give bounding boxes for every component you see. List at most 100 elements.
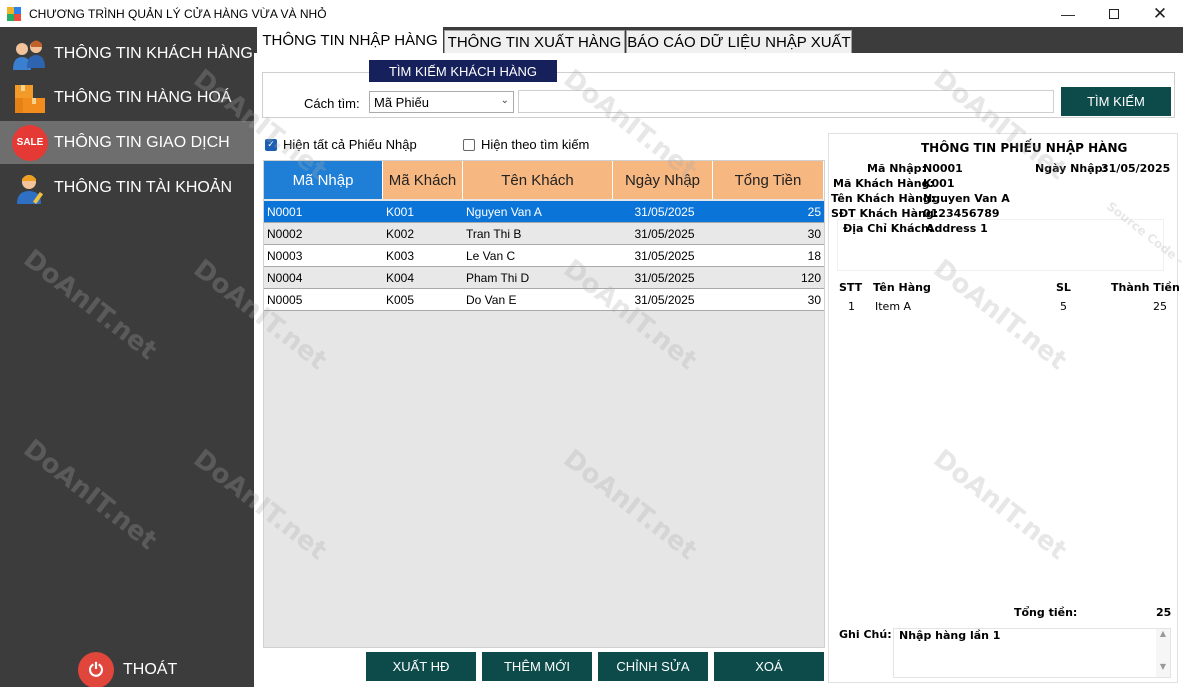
note-value: Nhập hàng lần 1 [899,629,1001,642]
minimize-icon: — [1061,5,1075,22]
table-row[interactable]: N0002 K002 Tran Thi B 31/05/2025 30 [264,223,824,245]
search-input[interactable] [518,90,1054,113]
filter-search-option[interactable]: Hiện theo tìm kiếm [463,137,589,152]
cell-ngay-nhap: 31/05/2025 [634,248,695,263]
cell-ma-nhap: N0002 [267,226,303,241]
maximize-icon [1109,8,1119,19]
title-bar: CHƯƠNG TRÌNH QUẢN LÝ CỬA HÀNG VỪA VÀ NHỎ… [0,0,1183,27]
ngay-nhap-label: Ngày Nhập: [1035,162,1107,175]
cell-ngay-nhap: 31/05/2025 [634,226,695,241]
column-header[interactable]: Mã Nhập [264,161,383,199]
tab-export[interactable]: THÔNG TIN XUẤT HÀNG [444,30,625,53]
app-icon [7,6,21,21]
customers-icon [10,34,50,74]
cell-ma-khach: K003 [386,248,415,263]
power-icon: ⏻ [78,652,114,687]
column-header[interactable]: Tổng Tiền [713,161,824,199]
sidebar: THÔNG TIN KHÁCH HÀNG THÔNG TIN HÀNG HOÁ … [0,27,254,687]
app-window: CHƯƠNG TRÌNH QUẢN LÝ CỬA HÀNG VỪA VÀ NHỎ… [0,0,1183,687]
item-amount: 25 [1153,300,1167,313]
items-col-stt: STT [839,281,863,294]
column-header[interactable]: Ngày Nhập [613,161,713,199]
import-grid[interactable]: Mã Nhập Mã Khách Tên Khách Ngày Nhập Tổn… [263,160,825,648]
checkbox-checked-icon: ✓ [265,138,277,151]
cell-tong-tien: 25 [807,204,821,219]
scroll-up-icon: ▲ [1159,629,1167,638]
filter-all-label: Hiện tất cả Phiếu Nhập [283,137,417,152]
column-header[interactable]: Tên Khách [463,161,613,199]
sidebar-item-transactions[interactable]: SALE THÔNG TIN GIAO DỊCH [0,121,254,164]
note-scrollbar[interactable]: ▲ ▼ [1156,629,1170,677]
item-qty: 5 [1060,300,1067,313]
total-label: Tổng tiền: [1014,606,1078,619]
cell-tong-tien: 30 [807,226,821,241]
item-name: Item A [875,300,912,313]
sidebar-item-account[interactable]: THÔNG TIN TÀI KHOẢN [0,166,254,209]
search-method-value: Mã Phiếu [374,94,429,110]
items-col-sl: SL [1056,281,1071,294]
checkbox-icon [463,138,475,151]
maximize-button[interactable] [1091,0,1137,27]
items-col-ten: Tên Hàng [873,281,931,294]
ma-nhap-label: Mã Nhập: [867,162,926,175]
cell-ten-khach: Nguyen Van A [466,204,542,219]
sale-tag-icon: SALE [10,123,50,163]
cell-ma-khach: K005 [386,292,415,307]
delete-button[interactable]: XOÁ [714,652,824,681]
account-icon [10,168,50,208]
note-label: Ghi Chú: [839,628,892,641]
total-value: 25 [1156,606,1172,619]
cell-ma-khach: K002 [386,226,415,241]
sidebar-item-label: THÔNG TIN KHÁCH HÀNG [54,44,253,62]
item-stt: 1 [848,300,855,313]
receipt-title: THÔNG TIN PHIẾU NHẬP HÀNG [921,141,1128,155]
column-header[interactable]: Mã Khách [383,161,463,199]
cell-tong-tien: 120 [800,270,821,285]
close-button[interactable]: ✕ [1137,0,1183,27]
cell-ngay-nhap: 31/05/2025 [634,292,695,307]
search-button[interactable]: TÌM KIẾM [1061,87,1171,116]
tab-report[interactable]: BÁO CÁO DỮ LIỆU NHẬP XUẤT [626,30,852,53]
filter-all-option[interactable]: ✓ Hiện tất cả Phiếu Nhập [265,137,417,152]
tab-import[interactable]: THÔNG TIN NHẬP HÀNG [257,27,443,53]
sidebar-item-customers[interactable]: THÔNG TIN KHÁCH HÀNG [0,32,254,75]
tab-content-import: TÌM KIẾM KHÁCH HÀNG Cách tìm: Mã Phiếu ⌄… [254,53,1183,687]
ten-khach-label: Tên Khách Hàng: [831,192,936,205]
table-row[interactable]: N0003 K003 Le Van C 31/05/2025 18 [264,245,824,267]
chevron-down-icon: ⌄ [500,95,509,106]
filter-search-label: Hiện theo tìm kiếm [481,137,590,152]
cell-ma-nhap: N0003 [267,248,303,263]
minimize-button[interactable]: — [1045,0,1091,27]
add-new-button[interactable]: THÊM MỚI [482,652,592,681]
ten-khach-value: Nguyen Van A [923,192,1010,205]
edit-button[interactable]: CHỈNH SỬA [598,652,708,681]
note-field[interactable]: Nhập hàng lần 1 ▲ ▼ [893,628,1171,678]
cell-ngay-nhap: 31/05/2025 [634,270,695,285]
search-method-label: Cách tìm: [304,96,360,111]
items-col-thanh-tien: Thành Tiền [1111,281,1180,294]
receipt-panel: THÔNG TIN PHIẾU NHẬP HÀNG Mã Nhập: N0001… [828,133,1180,683]
ma-khach-value: K001 [923,177,955,190]
tab-bar: THÔNG TIN NHẬP HÀNG THÔNG TIN XUẤT HÀNG … [254,27,1183,53]
grid-header: Mã Nhập Mã Khách Tên Khách Ngày Nhập Tổn… [264,161,824,199]
boxes-icon [10,78,50,118]
cell-ten-khach: Tran Thi B [466,226,522,241]
export-invoice-button[interactable]: XUẤT HĐ [366,652,476,681]
cell-ten-khach: Le Van C [466,248,516,263]
ngay-nhap-value: 31/05/2025 [1101,162,1171,175]
cell-ma-nhap: N0005 [267,292,303,307]
sidebar-item-label: THÔNG TIN TÀI KHOẢN [54,178,233,196]
ma-nhap-value: N0001 [923,162,963,175]
sale-badge: SALE [12,124,48,161]
scroll-down-icon: ▼ [1159,662,1167,671]
cell-ten-khach: Do Van E [466,292,517,307]
cell-tong-tien: 18 [807,248,821,263]
table-row[interactable]: N0001 K001 Nguyen Van A 31/05/2025 25 [264,201,824,223]
table-row[interactable]: N0005 K005 Do Van E 31/05/2025 30 [264,289,824,311]
search-method-select[interactable]: Mã Phiếu ⌄ [369,91,514,113]
cell-tong-tien: 30 [807,292,821,307]
cell-ma-nhap: N0001 [267,204,303,219]
table-row[interactable]: N0004 K004 Pham Thi D 31/05/2025 120 [264,267,824,289]
sidebar-item-goods[interactable]: THÔNG TIN HÀNG HOÁ [0,76,254,119]
exit-button[interactable]: ⏻ THOÁT [78,651,177,687]
